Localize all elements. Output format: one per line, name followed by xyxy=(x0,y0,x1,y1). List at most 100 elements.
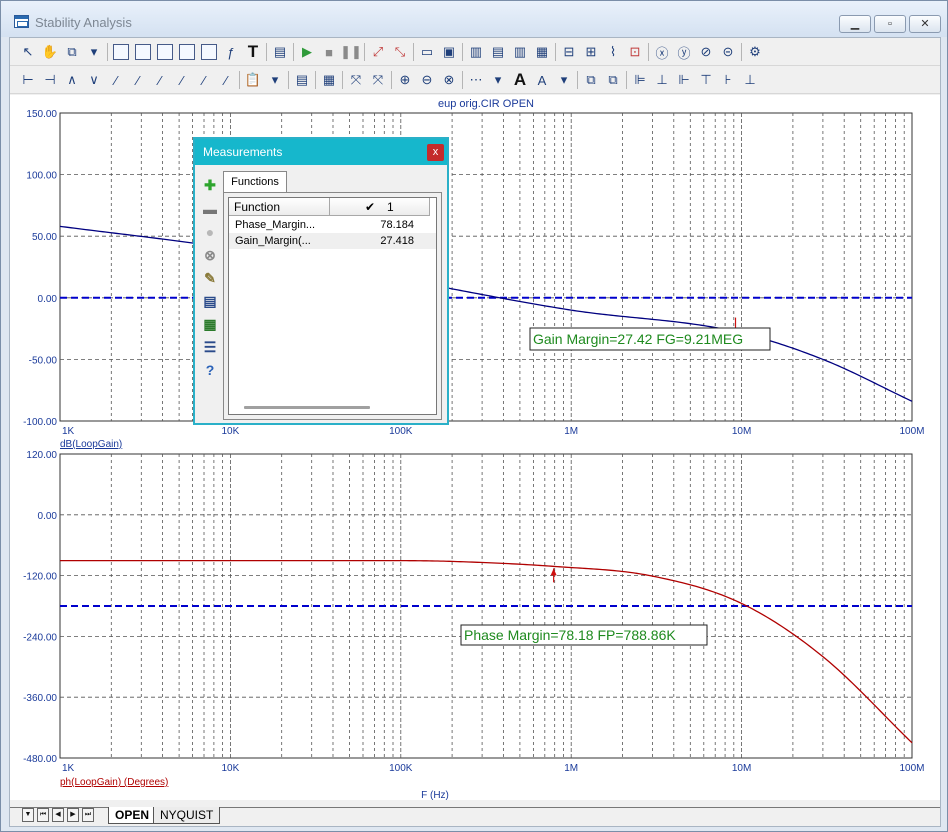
stop-icon[interactable]: ■ xyxy=(319,42,339,62)
add-icon[interactable]: ✚ xyxy=(202,177,218,193)
component-icon[interactable]: ⧉ xyxy=(62,42,82,62)
trace-icon[interactable]: ⌇ xyxy=(603,42,623,62)
zoom-value-icon[interactable]: ⊗ xyxy=(439,70,459,90)
align-bottom-icon[interactable]: ⊥ xyxy=(740,70,760,90)
slope5-icon[interactable]: ⁄ xyxy=(194,70,214,90)
scale-icon[interactable] xyxy=(133,42,153,62)
cursor-left-icon[interactable]: ⊢ xyxy=(18,70,38,90)
cursor-icon[interactable] xyxy=(177,42,197,62)
dropdown-arrow-icon[interactable]: ▾ xyxy=(488,70,508,90)
window-icon[interactable] xyxy=(111,42,131,62)
tile-icon[interactable]: ▥ xyxy=(466,42,486,62)
grid-icon[interactable]: ⋯ xyxy=(466,70,486,90)
font-icon[interactable]: A xyxy=(510,70,530,90)
table-row[interactable]: Phase_Margin... 78.184 xyxy=(229,217,436,233)
maximize-button[interactable]: ▫ xyxy=(874,15,906,33)
delete-icon[interactable]: ⊗ xyxy=(202,247,218,263)
top-y-axis-label[interactable]: dB(LoopGain) xyxy=(60,439,122,450)
marker-icon[interactable]: ⊡ xyxy=(625,42,645,62)
dropdown-arrow-icon[interactable]: ▾ xyxy=(554,70,574,90)
disabled-icon[interactable]: ● xyxy=(202,224,218,240)
measurements-panel[interactable]: Measurements x ✚ ▬ ● ⊗ ✎ ▤ ▦ ☰ ? Functio… xyxy=(193,137,449,425)
tile4-icon[interactable]: ▦ xyxy=(532,42,552,62)
zoom-x-icon[interactable]: ⓧ xyxy=(652,42,672,62)
table-icon[interactable]: ▤ xyxy=(202,293,218,309)
split-icon[interactable]: ⊟ xyxy=(559,42,579,62)
page-icon[interactable]: ▤ xyxy=(292,70,312,90)
close-window-button[interactable]: ✕ xyxy=(909,15,941,33)
plot-area[interactable]: 150.00 100.00 50.00 0.00 -50.00 -100.00 1K 10K 1… xyxy=(10,95,940,800)
split2-icon[interactable]: ⊞ xyxy=(581,42,601,62)
tabs-down-button[interactable]: ▼ xyxy=(22,808,34,822)
slope3-icon[interactable]: ⁄ xyxy=(150,70,170,90)
tab-nyquist[interactable]: NYQUIST xyxy=(153,807,221,824)
minimize-button[interactable]: ▁ xyxy=(839,15,871,33)
column-function-header[interactable]: Function xyxy=(229,198,330,216)
properties-icon[interactable]: ▤ xyxy=(270,42,290,62)
gain-curve[interactable] xyxy=(59,225,913,402)
tabs-last-button[interactable]: ⏭ xyxy=(82,808,94,822)
tile2-icon[interactable]: ▤ xyxy=(488,42,508,62)
horizontal-scrollbar[interactable] xyxy=(244,406,370,409)
remove-icon[interactable]: ▬ xyxy=(202,201,218,217)
align-left-icon[interactable]: ⊫ xyxy=(630,70,650,90)
clipboard-icon[interactable]: 📋 xyxy=(243,70,263,90)
measurements-title[interactable]: Measurements xyxy=(195,139,447,165)
zoom-y-icon[interactable]: ⓨ xyxy=(674,42,694,62)
tab-open[interactable]: OPEN xyxy=(108,807,157,824)
table-row[interactable]: Gain_Margin(... 27.418 xyxy=(229,233,436,249)
zoom-in-icon[interactable]: ⊕ xyxy=(395,70,415,90)
fit-icon[interactable]: ⤧ xyxy=(346,70,366,90)
peak-icon[interactable]: ⤢ xyxy=(368,42,388,62)
zoom-box-icon[interactable] xyxy=(155,42,175,62)
valley-icon[interactable]: ⤡ xyxy=(390,42,410,62)
valley-left-icon[interactable]: ∨ xyxy=(84,70,104,90)
settings-icon[interactable]: ⚙ xyxy=(745,42,765,62)
tabs-next-button[interactable]: ▶ xyxy=(67,808,79,822)
excel-icon[interactable]: ▦ xyxy=(202,316,218,332)
slope-icon[interactable]: ⁄ xyxy=(106,70,126,90)
font-size-icon[interactable]: A xyxy=(532,70,552,90)
probe-icon[interactable] xyxy=(199,42,219,62)
copy2-icon[interactable]: ⧉ xyxy=(603,70,623,90)
phase-curve[interactable] xyxy=(60,560,913,744)
align-middle-icon[interactable]: ⊦ xyxy=(718,70,738,90)
numbers-icon[interactable]: ▦ xyxy=(319,70,339,90)
zoom-out-icon[interactable]: ⊝ xyxy=(718,42,738,62)
tabs-prev-button[interactable]: ◀ xyxy=(52,808,64,822)
slope2-icon[interactable]: ⁄ xyxy=(128,70,148,90)
zoom-out-icon[interactable]: ⊖ xyxy=(417,70,437,90)
align-top-icon[interactable]: ⊤ xyxy=(696,70,716,90)
slope4-icon[interactable]: ⁄ xyxy=(172,70,192,90)
function-icon[interactable]: ƒ xyxy=(221,42,241,62)
cursor-right-icon[interactable]: ⊣ xyxy=(40,70,60,90)
pointer-icon[interactable]: ↖ xyxy=(18,42,38,62)
measurements-close-button[interactable]: x xyxy=(427,144,444,161)
tile3-icon[interactable]: ▥ xyxy=(510,42,530,62)
bode-plot[interactable]: 150.00100.0050.000.00-50.00-100.001K 10K 1… xyxy=(10,95,940,800)
tab-functions[interactable]: Functions xyxy=(223,171,287,192)
dropdown-arrow-icon[interactable]: ▾ xyxy=(84,42,104,62)
frame-icon[interactable]: ▭ xyxy=(417,42,437,62)
tabs-first-button[interactable]: ⏮ xyxy=(37,808,49,822)
help-icon[interactable]: ? xyxy=(202,362,218,378)
phase-margin-annotation[interactable]: Phase Margin=78.18 FP=788.86K xyxy=(460,624,708,646)
peak-left-icon[interactable]: ∧ xyxy=(62,70,82,90)
copy-icon[interactable]: ⧉ xyxy=(581,70,601,90)
fit2-icon[interactable]: ⤧ xyxy=(368,70,388,90)
frame2-icon[interactable]: ▣ xyxy=(439,42,459,62)
list-icon[interactable]: ☰ xyxy=(202,339,218,355)
align-center-icon[interactable]: ⊥ xyxy=(652,70,672,90)
pan-icon[interactable]: ✋ xyxy=(40,42,60,62)
align-right-icon[interactable]: ⊩ xyxy=(674,70,694,90)
slope6-icon[interactable]: ⁄ xyxy=(216,70,236,90)
dropdown-arrow-icon[interactable]: ▾ xyxy=(265,70,285,90)
text-icon[interactable]: T xyxy=(243,42,263,62)
gain-margin-annotation[interactable]: Gain Margin=27.42 FG=9.21MEG xyxy=(529,327,771,351)
bottom-y-axis-label[interactable]: ph(LoopGain) (Degrees) xyxy=(60,777,168,788)
column-1-header[interactable]: ✔ 1 xyxy=(330,198,430,216)
zoom-fit-icon[interactable]: ⊘ xyxy=(696,42,716,62)
edit-icon[interactable]: ✎ xyxy=(202,270,218,286)
pause-icon[interactable]: ❚❚ xyxy=(340,42,362,62)
run-icon[interactable]: ▶ xyxy=(297,42,317,62)
